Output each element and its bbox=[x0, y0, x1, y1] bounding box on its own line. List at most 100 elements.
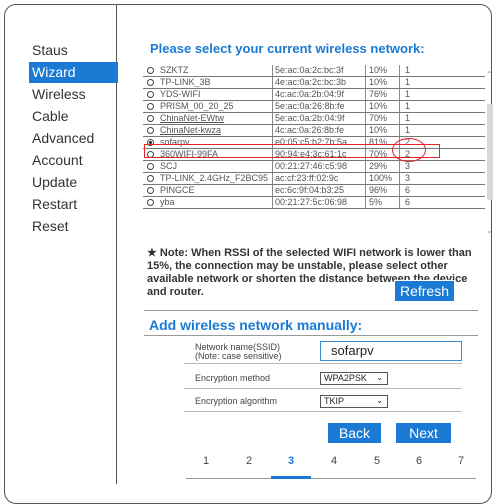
network-ssid: SCJ bbox=[160, 161, 178, 171]
network-ssid: PINGCE bbox=[160, 185, 195, 195]
network-mac: 00:21:27:46:c5:98 bbox=[275, 161, 348, 171]
network-mac: 00:21:27:5c:06:98 bbox=[275, 197, 348, 207]
nav-item-restart[interactable]: Restart bbox=[29, 194, 119, 215]
network-rssi: 10% bbox=[369, 77, 388, 87]
network-ssid: yba bbox=[160, 197, 175, 207]
network-row[interactable]: yba 00:21:27:5c:06:98 5% 6 bbox=[143, 197, 485, 209]
network-row[interactable]: TP-LINK_3B 4e:ac:0a:2c:bc:3b 10% 1 bbox=[143, 77, 485, 89]
nav-item-reset[interactable]: Reset bbox=[29, 216, 119, 237]
wizard-step: 1 bbox=[202, 455, 210, 467]
wizard-step: 3 bbox=[287, 455, 295, 467]
radio-button[interactable] bbox=[147, 127, 154, 134]
next-button[interactable]: Next bbox=[395, 422, 452, 444]
network-mac: ec:6c:9f:04:b3:25 bbox=[275, 185, 345, 195]
nav-item-wizard[interactable]: Wizard bbox=[29, 62, 118, 83]
network-row[interactable]: TP-LINK_2.4GHz_F2BC95 ac:cf:23:ff:02:9c 10… bbox=[143, 173, 485, 185]
encryption-method-label: Encryption method bbox=[195, 373, 271, 383]
network-rssi: 76% bbox=[369, 89, 388, 99]
steps-baseline bbox=[186, 478, 476, 479]
radio-button[interactable] bbox=[147, 91, 154, 98]
wizard-step: 2 bbox=[245, 455, 253, 467]
network-ssid: ChinaNet-kwza bbox=[160, 125, 222, 135]
network-channel: 1 bbox=[405, 65, 411, 75]
radio-button[interactable] bbox=[147, 199, 154, 206]
section-divider bbox=[144, 310, 478, 311]
network-rssi: 10% bbox=[369, 125, 388, 135]
network-row[interactable]: PINGCE ec:6c:9f:04:b3:25 96% 6 bbox=[143, 185, 485, 197]
network-ssid: YDS-WIFI bbox=[160, 89, 201, 99]
network-ssid: TP-LINK_2.4GHz_F2BC95 bbox=[160, 173, 269, 183]
radio-button[interactable] bbox=[147, 79, 154, 86]
network-rssi: 5% bbox=[369, 197, 383, 207]
network-rssi: 29% bbox=[369, 161, 388, 171]
nav-item-status[interactable]: Staus bbox=[29, 40, 119, 61]
network-channel: 1 bbox=[405, 77, 411, 87]
network-row[interactable]: SZKTZ 5e:ac:0a:2c:bc:3f 10% 1 bbox=[143, 65, 485, 77]
network-mac: 5e:ac:0a:2b:04:9f bbox=[275, 113, 345, 123]
sidebar-nav: Staus Wizard Wireless Cable Advanced Acc… bbox=[29, 40, 119, 238]
ssid-note-label: (Note: case sensitive) bbox=[195, 351, 282, 361]
scroll-down-icon[interactable]: ⌄ bbox=[486, 226, 493, 235]
network-channel: 3 bbox=[405, 161, 411, 171]
nav-item-cable[interactable]: Cable bbox=[29, 106, 119, 127]
radio-button[interactable] bbox=[147, 175, 154, 182]
encryption-algorithm-value: TKIP bbox=[324, 396, 345, 406]
network-ssid: PRISM_00_20_25 bbox=[160, 101, 234, 111]
network-row[interactable]: YDS-WIFI 4c:ac:0a:2b:04:9f 76% 1 bbox=[143, 89, 485, 101]
network-mac: 5e:ac:0a:26:8b:fe bbox=[275, 101, 345, 111]
active-step-indicator bbox=[271, 476, 311, 479]
network-row[interactable]: ChinaNet-kwza 4c:ac:0a:26:8b:fe 10% 1 bbox=[143, 125, 485, 137]
network-row[interactable]: ChinaNet-EWtw 5e:ac:0a:2b:04:9f 70% 1 bbox=[143, 113, 485, 125]
wizard-step: 4 bbox=[330, 455, 338, 467]
nav-item-update[interactable]: Update bbox=[29, 172, 119, 193]
radio-button[interactable] bbox=[147, 103, 154, 110]
wizard-steps: 1 2 3 4 5 6 7 bbox=[183, 455, 479, 473]
radio-button[interactable] bbox=[147, 115, 154, 122]
rssi-highlight-circle bbox=[392, 138, 426, 162]
encryption-algorithm-select[interactable]: TKIP ⌄ bbox=[320, 395, 388, 408]
network-channel: 1 bbox=[405, 125, 411, 135]
network-mac: 4c:ac:0a:2b:04:9f bbox=[275, 89, 345, 99]
network-channel: 1 bbox=[405, 89, 411, 99]
network-channel: 1 bbox=[405, 101, 411, 111]
radio-button[interactable] bbox=[147, 187, 154, 194]
network-rssi: 10% bbox=[369, 101, 388, 111]
refresh-button[interactable]: Refresh bbox=[394, 280, 455, 302]
section-divider-2 bbox=[144, 335, 478, 336]
network-mac: 4c:ac:0a:26:8b:fe bbox=[275, 125, 345, 135]
network-channel: 1 bbox=[405, 113, 411, 123]
network-row[interactable]: PRISM_00_20_25 5e:ac:0a:26:8b:fe 10% 1 bbox=[143, 101, 485, 113]
nav-item-account[interactable]: Account bbox=[29, 150, 119, 171]
ssid-input[interactable]: sofarpv bbox=[320, 341, 462, 361]
encryption-method-select[interactable]: WPA2PSK ⌄ bbox=[320, 372, 388, 385]
radio-button[interactable] bbox=[147, 67, 154, 74]
network-mac: ac:cf:23:ff:02:9c bbox=[275, 173, 339, 183]
radio-button[interactable] bbox=[147, 163, 154, 170]
wizard-step: 6 bbox=[415, 455, 423, 467]
network-ssid: ChinaNet-EWtw bbox=[160, 113, 225, 123]
network-row[interactable]: SCJ 00:21:27:46:c5:98 29% 3 bbox=[143, 161, 485, 173]
network-mac: 4e:ac:0a:2c:bc:3b bbox=[275, 77, 347, 87]
network-channel: 6 bbox=[405, 197, 411, 207]
nav-item-advanced[interactable]: Advanced bbox=[29, 128, 119, 149]
wizard-step: 7 bbox=[457, 455, 465, 467]
back-button[interactable]: Back bbox=[327, 422, 382, 444]
scroll-up-icon[interactable]: ⌃ bbox=[486, 70, 493, 79]
nav-item-wireless[interactable]: Wireless bbox=[29, 84, 119, 105]
encryption-method-value: WPA2PSK bbox=[324, 373, 367, 383]
encryption-algorithm-label: Encryption algorithm bbox=[195, 396, 278, 406]
scrollbar-thumb[interactable] bbox=[487, 104, 493, 200]
network-ssid: SZKTZ bbox=[160, 65, 189, 75]
network-ssid: TP-LINK_3B bbox=[160, 77, 211, 87]
chevron-down-icon: ⌄ bbox=[376, 396, 383, 405]
network-channel: 3 bbox=[405, 173, 411, 183]
manual-title: Add wireless network manually: bbox=[149, 317, 363, 333]
network-channel: 6 bbox=[405, 185, 411, 195]
network-rssi: 96% bbox=[369, 185, 388, 195]
network-rssi: 100% bbox=[369, 173, 393, 183]
network-rssi: 10% bbox=[369, 65, 388, 75]
network-rssi: 70% bbox=[369, 113, 388, 123]
wizard-step: 5 bbox=[373, 455, 381, 467]
section-title: Please select your current wireless netw… bbox=[150, 41, 425, 56]
network-mac: 5e:ac:0a:2c:bc:3f bbox=[275, 65, 344, 75]
